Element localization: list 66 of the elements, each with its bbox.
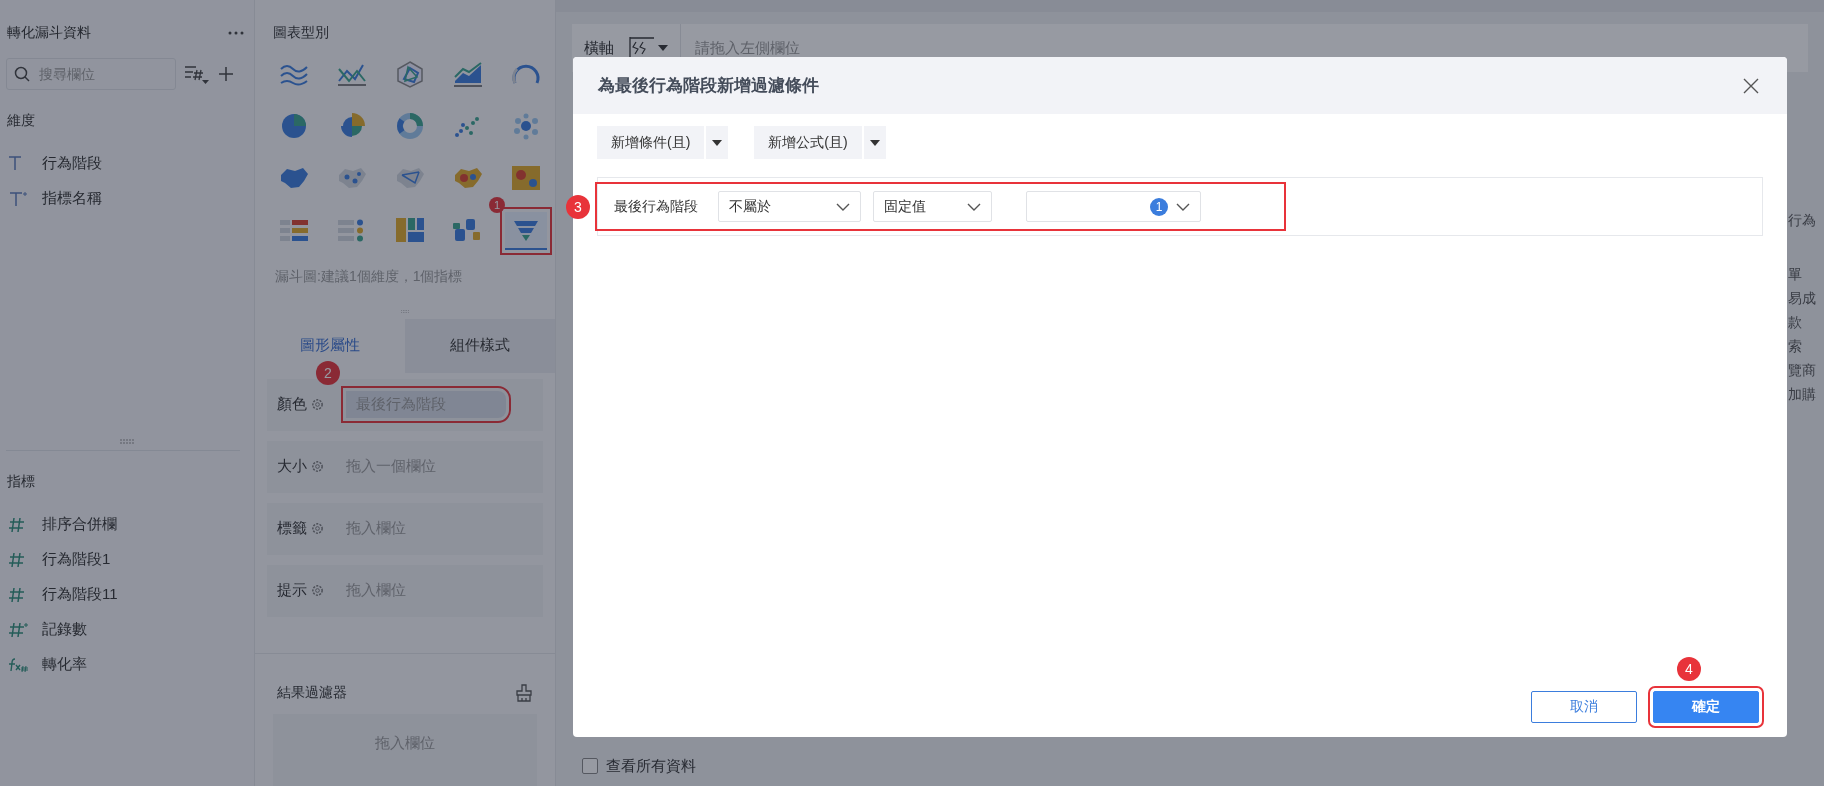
settings-icon[interactable] <box>311 584 324 598</box>
value-select[interactable]: 1 <box>1026 191 1201 222</box>
callout-marker: 3 <box>566 194 590 219</box>
value-type-select[interactable]: 固定值 <box>873 191 992 222</box>
chart-label: 加購 <box>1788 386 1817 404</box>
checkbox-label: 查看所有資料 <box>606 756 696 776</box>
formula-field-icon <box>8 656 30 673</box>
settings-icon[interactable] <box>311 460 324 474</box>
dropdown-button[interactable] <box>863 126 886 159</box>
dialog-title: 為最後行為階段新增過濾條件 <box>598 75 819 97</box>
callout-marker: 1 <box>489 197 505 213</box>
field-label[interactable]: 轉化率 <box>42 655 87 674</box>
settings-icon[interactable] <box>311 522 324 536</box>
dropdown-button[interactable] <box>706 126 729 159</box>
panel-title: 圖表型別 <box>273 24 329 42</box>
tab[interactable]: 組件樣式 <box>405 318 555 373</box>
drag-handle-icon[interactable] <box>120 439 134 444</box>
checkbox[interactable] <box>582 758 598 774</box>
operator-select[interactable]: 不屬於 <box>718 191 861 222</box>
callout-marker: 4 <box>1677 657 1701 681</box>
search-icon <box>14 66 30 82</box>
field-label[interactable]: 排序合併欄 <box>42 515 117 534</box>
chart-label: 覽商 <box>1788 362 1817 380</box>
property-label: 標籤 <box>267 502 311 555</box>
chart-label: 款 <box>1788 314 1803 332</box>
section-title: 指標 <box>7 473 35 489</box>
property-label: 大小 <box>267 440 311 493</box>
field-label[interactable]: 記錄數 <box>42 620 87 639</box>
caret-icon <box>712 139 723 146</box>
chevron-icon <box>1176 202 1190 211</box>
close-button[interactable] <box>1743 77 1759 94</box>
add-condition-button[interactable]: 新增公式(且) <box>754 126 862 159</box>
heatmap-chart-icon <box>509 163 543 193</box>
number-field-icon <box>8 621 30 638</box>
caret-icon <box>658 45 668 51</box>
treemap-chart-icon <box>393 215 427 245</box>
section-title: 結果過濾器 <box>277 683 347 702</box>
condition-field: 最後行為階段 <box>614 197 698 216</box>
chart-label: 索 <box>1788 338 1803 356</box>
add-icon[interactable] <box>218 66 234 82</box>
section-title: 維度 <box>7 112 35 128</box>
cancel-button[interactable]: 取消 <box>1531 691 1637 723</box>
field-label[interactable]: 行為階段1 <box>42 550 111 569</box>
settings-icon[interactable] <box>311 398 324 412</box>
field-label[interactable]: 指標名稱 <box>42 189 102 208</box>
chevron-icon <box>836 202 850 211</box>
area-chart-icon <box>451 59 485 89</box>
axis-label: 橫軸 <box>584 38 614 58</box>
chart-label: 易成 <box>1788 290 1817 308</box>
chart-label: 行為 <box>1788 212 1817 230</box>
property-label: 顏色 <box>267 378 311 431</box>
selected-count: 1 <box>1150 197 1168 216</box>
broom-icon[interactable] <box>515 683 533 702</box>
field-label[interactable]: 行為階段 <box>42 154 102 173</box>
more-icon[interactable] <box>228 31 244 35</box>
property-label: 提示 <box>267 564 311 617</box>
add-condition-button[interactable]: 新增條件(且) <box>597 126 705 159</box>
panel-title: 轉化漏斗資料 <box>7 24 91 42</box>
field-label[interactable]: 行為階段11 <box>42 585 118 604</box>
text-field-icon <box>8 156 22 171</box>
caret-icon <box>869 139 880 146</box>
sort-icon[interactable] <box>184 64 210 84</box>
chevron-icon <box>967 202 981 211</box>
text-field-icon <box>8 190 30 207</box>
close-icon <box>1743 77 1759 94</box>
chart-label: 單 <box>1788 266 1803 284</box>
